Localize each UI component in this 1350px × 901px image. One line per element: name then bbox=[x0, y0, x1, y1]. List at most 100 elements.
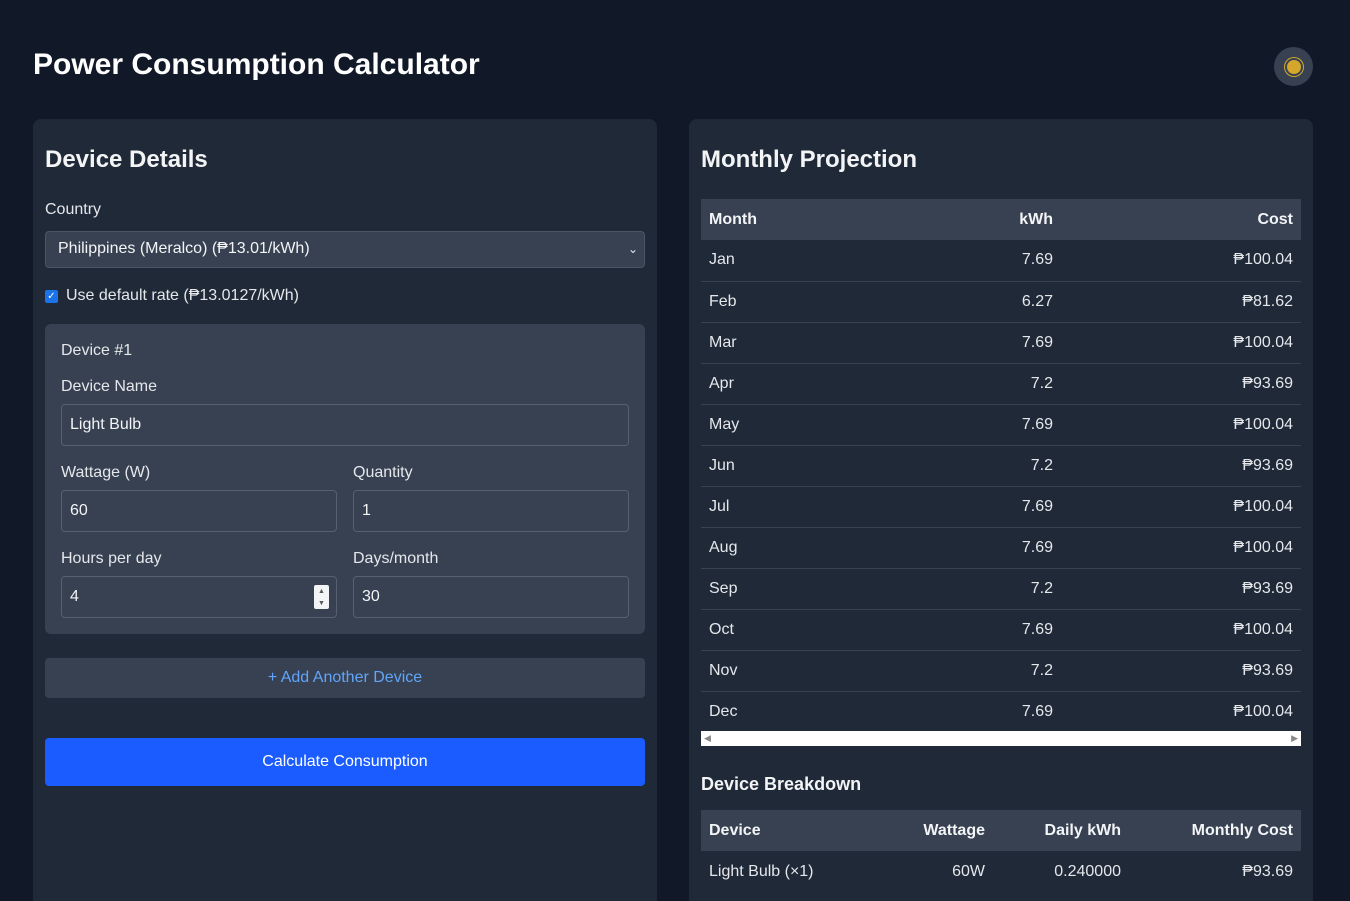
wattage-label: Wattage (W) bbox=[61, 464, 151, 481]
table-cell: 7.69 bbox=[901, 691, 1061, 733]
column-header: Month bbox=[701, 199, 901, 240]
scroll-right-icon[interactable]: ▶ bbox=[1291, 733, 1298, 744]
column-header: Wattage bbox=[881, 810, 993, 851]
theme-toggle-button[interactable] bbox=[1274, 47, 1313, 86]
page-title: Power Consumption Calculator bbox=[33, 48, 480, 81]
table-cell: ₱93.69 bbox=[1061, 445, 1301, 487]
device-breakdown-title: Device Breakdown bbox=[701, 774, 862, 794]
table-cell: ₱93.69 bbox=[1061, 568, 1301, 610]
monthly-projection-title: Monthly Projection bbox=[701, 146, 917, 173]
device-name-label: Device Name bbox=[61, 378, 158, 395]
table-cell: Jul bbox=[701, 486, 901, 528]
table-row: Jan 7.69 ₱100.04 bbox=[701, 240, 1301, 282]
table-cell: Oct bbox=[701, 609, 901, 651]
column-header: Daily kWh bbox=[993, 810, 1129, 851]
table-header-row: Month kWh Cost bbox=[701, 199, 1301, 240]
table-cell: ₱100.04 bbox=[1061, 404, 1301, 446]
table-cell: Jun bbox=[701, 445, 901, 487]
table-cell: ₱93.69 bbox=[1061, 363, 1301, 405]
table-row: Nov 7.2 ₱93.69 bbox=[701, 650, 1301, 692]
table-row: Aug 7.69 ₱100.04 bbox=[701, 527, 1301, 569]
table-cell: ₱100.04 bbox=[1061, 486, 1301, 528]
country-select[interactable]: Philippines (Meralco) (₱13.01/kWh) ⌄ bbox=[45, 231, 645, 268]
table-cell: 7.2 bbox=[901, 568, 1061, 610]
breakdown-table: Device Wattage Daily kWh Monthly Cost Li… bbox=[701, 810, 1301, 892]
default-rate-label: Use default rate (₱13.0127/kWh) bbox=[66, 287, 300, 304]
quantity-input[interactable]: 1 bbox=[353, 490, 629, 532]
spinner-up-icon[interactable]: ▲ bbox=[318, 588, 325, 595]
table-cell: Jan bbox=[701, 240, 901, 282]
table-cell: ₱93.69 bbox=[1061, 650, 1301, 692]
table-cell: 7.69 bbox=[901, 609, 1061, 651]
table-header-row: Device Wattage Daily kWh Monthly Cost bbox=[701, 810, 1301, 851]
table-cell: 7.2 bbox=[901, 445, 1061, 487]
device-name-input[interactable]: Light Bulb bbox=[61, 404, 629, 446]
table-row: Dec 7.69 ₱100.04 bbox=[701, 691, 1301, 733]
table-cell: 7.69 bbox=[901, 404, 1061, 446]
table-cell: 6.27 bbox=[901, 281, 1061, 323]
table-row: Light Bulb (×1) 60W 0.240000 ₱93.69 bbox=[701, 851, 1301, 892]
hours-spinner[interactable]: ▲ ▼ bbox=[314, 585, 329, 609]
default-rate-checkbox[interactable]: ✓ bbox=[45, 289, 58, 303]
days-label: Days/month bbox=[353, 550, 439, 567]
wattage-input[interactable]: 60 bbox=[61, 490, 337, 532]
table-cell: 7.2 bbox=[901, 363, 1061, 405]
calculate-button[interactable]: Calculate Consumption bbox=[45, 738, 645, 786]
device-details-panel: Device Details Country Philippines (Mera… bbox=[33, 119, 657, 901]
table-cell: 7.69 bbox=[901, 240, 1061, 282]
device-details-title: Device Details bbox=[45, 146, 208, 173]
country-select-value: Philippines (Meralco) (₱13.01/kWh) bbox=[58, 240, 310, 257]
table-row: Jun 7.2 ₱93.69 bbox=[701, 445, 1301, 487]
table-cell: 7.2 bbox=[901, 650, 1061, 692]
table-cell: Nov bbox=[701, 650, 901, 692]
sun-icon bbox=[1286, 59, 1301, 74]
table-cell: ₱81.62 bbox=[1061, 281, 1301, 323]
monthly-projection-panel: Monthly Projection Month kWh Cost Jan 7.6… bbox=[689, 119, 1313, 901]
table-cell: ₱100.04 bbox=[1061, 322, 1301, 364]
country-label: Country bbox=[45, 201, 102, 218]
spinner-down-icon[interactable]: ▼ bbox=[318, 600, 325, 607]
table-cell: May bbox=[701, 404, 901, 446]
table-row: Oct 7.69 ₱100.04 bbox=[701, 609, 1301, 651]
table-cell: ₱100.04 bbox=[1061, 527, 1301, 569]
device-card: Device #1 Device Name Light Bulb Wattage… bbox=[45, 324, 645, 634]
table-cell: Feb bbox=[701, 281, 901, 323]
scroll-left-icon[interactable]: ◀ bbox=[704, 733, 711, 744]
table-cell: 7.69 bbox=[901, 527, 1061, 569]
column-header: Cost bbox=[1061, 199, 1301, 240]
table-cell: ₱100.04 bbox=[1061, 609, 1301, 651]
table-cell: Dec bbox=[701, 691, 901, 733]
table-row: Sep 7.2 ₱93.69 bbox=[701, 568, 1301, 610]
table-cell: Light Bulb (×1) bbox=[709, 862, 814, 880]
hours-input-value: 4 bbox=[70, 588, 79, 605]
column-header: kWh bbox=[901, 199, 1061, 240]
table-row: Apr 7.2 ₱93.69 bbox=[701, 363, 1301, 405]
table-cell: ₱100.04 bbox=[1061, 240, 1301, 282]
monthly-table: Month kWh Cost Jan 7.69 ₱100.04 Feb 6.27 ₱81.… bbox=[701, 199, 1301, 733]
table-cell: ₱93.69 bbox=[1242, 862, 1293, 880]
hours-input[interactable]: 4 ▲ ▼ bbox=[61, 576, 337, 618]
table-cell: 7.69 bbox=[901, 322, 1061, 364]
days-input[interactable]: 30 bbox=[353, 576, 629, 618]
add-device-button[interactable]: + Add Another Device bbox=[45, 658, 645, 698]
column-header: Device bbox=[701, 810, 881, 851]
table-cell: ₱100.04 bbox=[1061, 691, 1301, 733]
device-card-header: Device #1 bbox=[61, 342, 133, 359]
quantity-label: Quantity bbox=[353, 464, 413, 481]
table-cell: 60W bbox=[952, 862, 985, 880]
table-cell: Sep bbox=[701, 568, 901, 610]
chevron-down-icon: ⌄ bbox=[627, 242, 638, 256]
table-row: Feb 6.27 ₱81.62 bbox=[701, 281, 1301, 323]
table-cell: Mar bbox=[701, 322, 901, 364]
default-rate-row: ✓ Use default rate (₱13.0127/kWh) bbox=[45, 287, 299, 305]
table-row: Jul 7.69 ₱100.04 bbox=[701, 486, 1301, 528]
table-cell: Apr bbox=[701, 363, 901, 405]
table-cell: 7.69 bbox=[901, 486, 1061, 528]
table-row: May 7.69 ₱100.04 bbox=[701, 404, 1301, 446]
horizontal-scrollbar[interactable]: ◀ ▶ bbox=[701, 731, 1301, 746]
table-cell: 0.240000 bbox=[1054, 862, 1121, 880]
table-row: Mar 7.69 ₱100.04 bbox=[701, 322, 1301, 364]
hours-label: Hours per day bbox=[61, 550, 162, 567]
column-header: Monthly Cost bbox=[1129, 810, 1301, 851]
table-cell: Aug bbox=[701, 527, 901, 569]
